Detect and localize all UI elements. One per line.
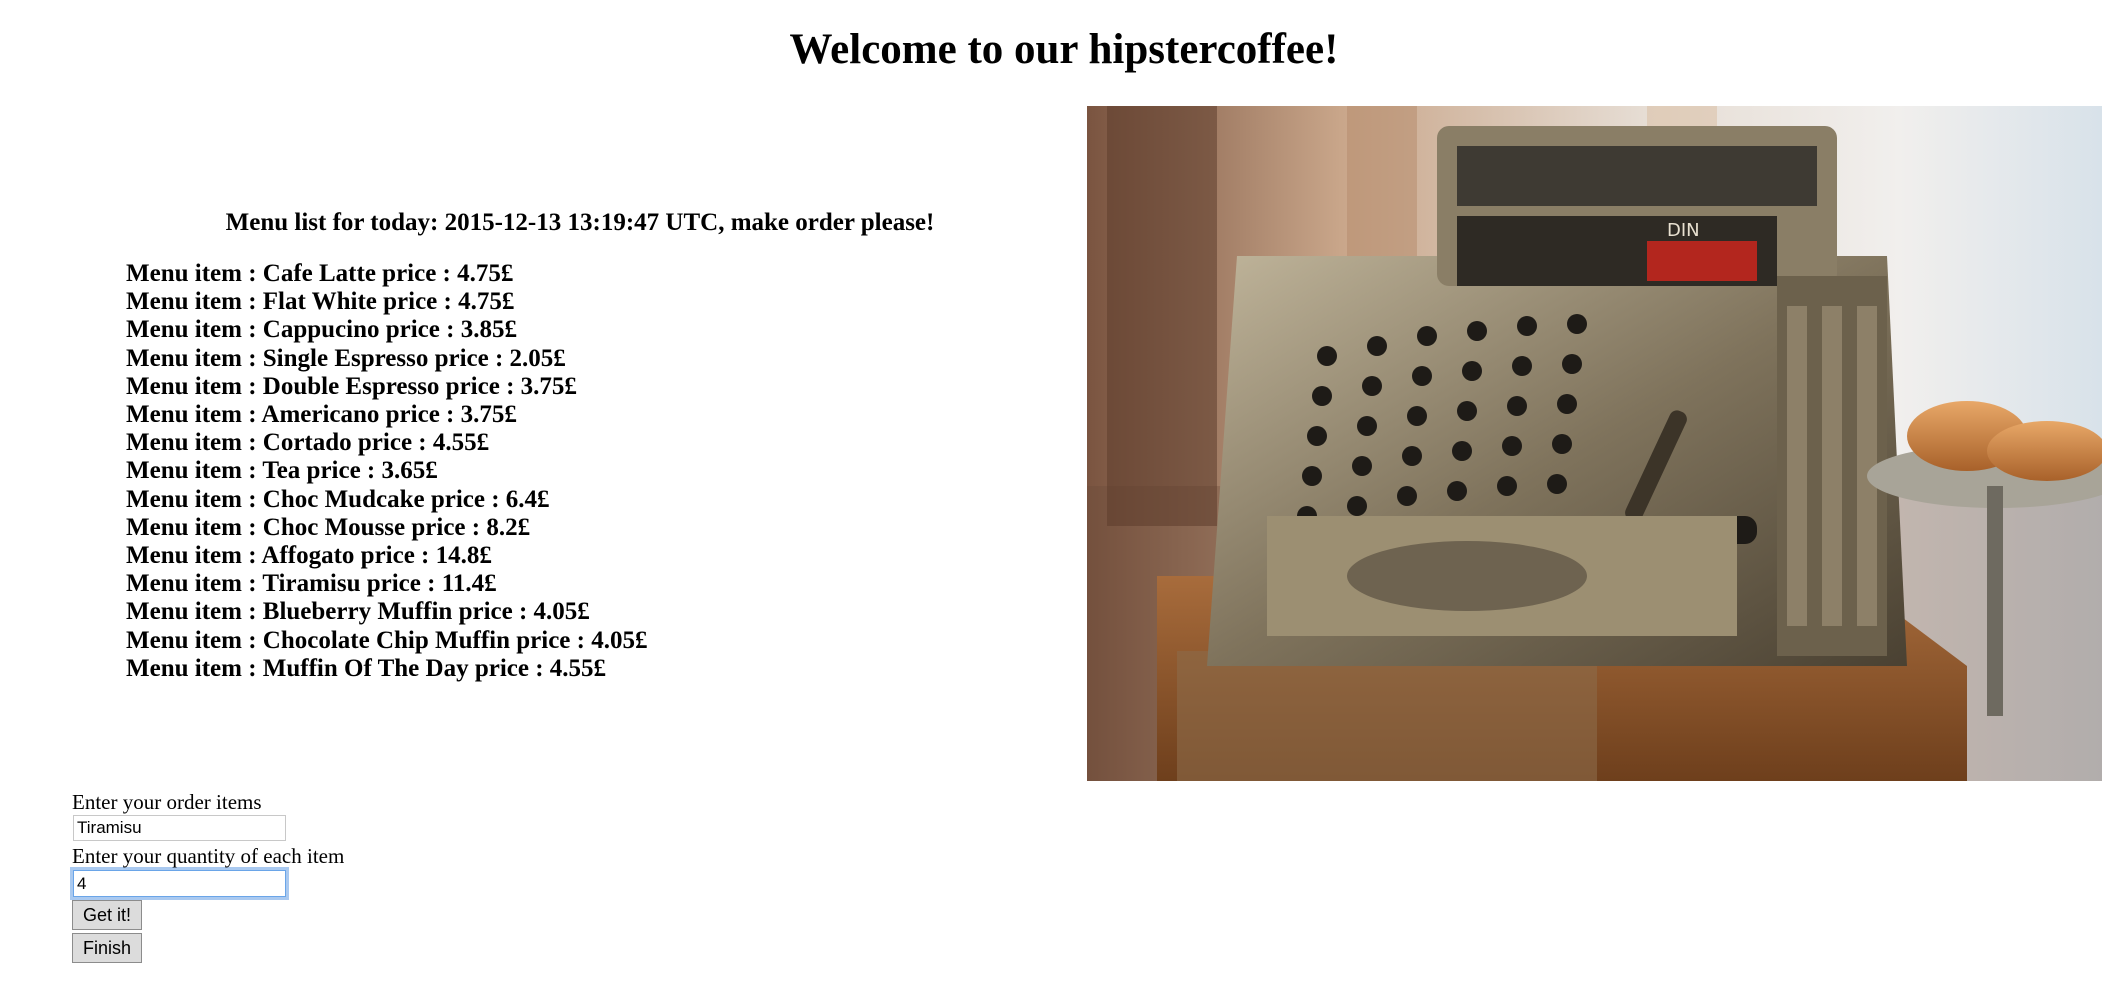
page-title: Welcome to our hipstercoffee!	[789, 26, 1339, 73]
quantity-input[interactable]	[73, 870, 286, 897]
menu-item: Menu item : Cortado price : 4.55£	[126, 429, 490, 457]
menu-item: Menu item : Flat White price : 4.75£	[126, 288, 515, 316]
menu-item: Menu item : Chocolate Chip Muffin price …	[126, 626, 648, 654]
get-it-button[interactable]: Get it!	[72, 900, 143, 930]
finish-button[interactable]: Finish	[72, 933, 143, 963]
order-items-input[interactable]	[73, 815, 286, 841]
menu-item: Menu item : Choc Mousse price : 8.2£	[126, 513, 531, 541]
menu-item: Menu item : Blueberry Muffin price : 4.0…	[126, 598, 590, 626]
order-form: Enter your order items Enter your quanti…	[72, 789, 572, 966]
menu-item: Menu item : Cappucino price : 3.85£	[126, 316, 517, 344]
menu-item: Menu item : Affogato price : 14.8£	[126, 542, 492, 570]
menu-heading: Menu list for today: 2015-12-13 13:19:47…	[225, 209, 935, 236]
menu-item: Menu item : Americano price : 3.75£	[126, 401, 517, 429]
cash-register-illustration: DIN	[1087, 106, 2102, 781]
register-din-label: DIN	[1667, 220, 1700, 241]
menu-item: Menu item : Single Espresso price : 2.05…	[126, 344, 566, 372]
cash-register-photo: DIN	[1087, 106, 2102, 781]
menu-item: Menu item : Choc Mudcake price : 6.4£	[126, 485, 550, 513]
page: Welcome to our hipstercoffee! Menu list …	[0, 0, 2128, 988]
menu-list: Menu item : Cafe Latte price : 4.75£ Men…	[126, 260, 1006, 683]
order-items-label: Enter your order items	[72, 790, 262, 814]
menu-item: Menu item : Tea price : 3.65£	[126, 457, 438, 485]
menu-item: Menu item : Muffin Of The Day price : 4.…	[126, 654, 607, 682]
menu-item: Menu item : Cafe Latte price : 4.75£	[126, 260, 514, 287]
quantity-label: Enter your quantity of each item	[72, 844, 345, 868]
menu-item: Menu item : Tiramisu price : 11.4£	[126, 570, 497, 598]
menu-item: Menu item : Double Espresso price : 3.75…	[126, 372, 577, 400]
